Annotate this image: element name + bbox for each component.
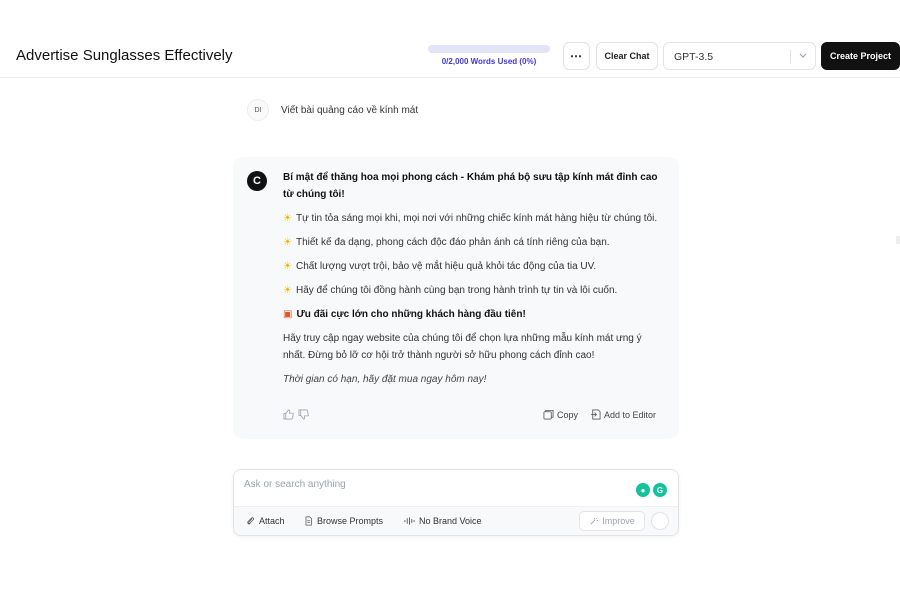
add-to-editor-icon	[590, 409, 601, 420]
closing-line: Thời gian có hạn, hãy đặt mua ngay hôm n…	[283, 374, 487, 385]
add-to-editor-label: Add to Editor	[604, 409, 657, 420]
improve-label: Improve	[602, 516, 635, 526]
model-select[interactable]: GPT-3.5	[663, 42, 816, 70]
document-icon	[305, 516, 312, 526]
add-to-editor-button[interactable]: Add to Editor	[590, 409, 656, 420]
sun-icon: ☀	[283, 237, 292, 248]
call-to-action: Hãy truy cập ngay website của chúng tôi …	[283, 333, 642, 361]
create-project-button[interactable]: Create Project	[821, 42, 900, 70]
brand-voice-label: No Brand Voice	[419, 516, 482, 526]
feedback-buttons	[283, 409, 309, 420]
attach-label: Attach	[259, 516, 285, 526]
copy-button[interactable]: Copy	[543, 409, 578, 420]
app-window: Advertise Sunglasses Effectively 0/2,000…	[0, 36, 900, 540]
attach-button[interactable]: Attach	[246, 516, 285, 526]
top-bar: Advertise Sunglasses Effectively 0/2,000…	[0, 36, 900, 78]
gift-icon: ▣	[283, 309, 293, 320]
clear-chat-button[interactable]: Clear Chat	[596, 42, 658, 70]
message-actions: Copy Add to Editor	[283, 409, 663, 425]
composer-toolbar: Attach Browse Prompts No Brand Voice Imp…	[234, 506, 678, 535]
more-options-button[interactable]: ⋯	[563, 42, 590, 70]
bullet-item: ☀ Hãy để chúng tôi đồng hành cùng bạn tro…	[283, 285, 618, 296]
grammarly-widget[interactable]: ● G	[636, 483, 667, 497]
page-title: Advertise Sunglasses Effectively	[16, 47, 233, 64]
thumbs-down-icon[interactable]	[298, 409, 309, 420]
model-select-value: GPT-3.5	[674, 51, 714, 63]
magic-wand-icon	[590, 517, 599, 524]
lightbulb-icon[interactable]: ●	[636, 483, 650, 497]
user-avatar: DI	[247, 99, 269, 121]
offer-line: ▣ Ưu đãi cực lớn cho những khách hàng đầu…	[283, 309, 526, 320]
improve-button[interactable]: Improve	[579, 511, 645, 531]
bullet-item: ☀ Thiết kế đa dạng, phong cách độc đáo ph…	[283, 237, 610, 248]
browse-prompts-button[interactable]: Browse Prompts	[304, 516, 383, 526]
usage-track	[428, 45, 550, 53]
copy-label: Copy	[557, 409, 579, 420]
assistant-avatar: C	[247, 171, 267, 191]
usage-text: 0/2,000 Words Used (0%)	[441, 57, 537, 66]
chat-input[interactable]	[244, 476, 624, 492]
assistant-message: C Bí mật để thăng hoa mọi phong cách - K…	[233, 157, 679, 439]
sun-icon: ☀	[283, 261, 292, 272]
thumbs-up-icon[interactable]	[283, 409, 294, 420]
user-message-text: Viết bài quảng cáo về kính mát	[281, 104, 419, 116]
select-divider	[790, 50, 791, 64]
word-usage-meter: 0/2,000 Words Used (0%)	[428, 45, 550, 66]
bullet-item: ☀ Tự tin tỏa sáng mọi khi, mọi nơi với nh…	[283, 213, 658, 224]
paperclip-icon	[247, 517, 254, 525]
sun-icon: ☀	[283, 285, 292, 296]
scrollbar-thumb[interactable]	[896, 236, 900, 244]
user-message: DI Viết bài quảng cáo về kính mát	[247, 99, 418, 121]
more-horizontal-icon: ⋯	[570, 49, 583, 63]
grammarly-icon[interactable]: G	[653, 483, 667, 497]
bullet-item: ☀ Chất lượng vượt trội, bảo vệ mắt hiệu q…	[283, 261, 597, 272]
copy-icon	[543, 409, 554, 420]
send-button[interactable]	[651, 512, 669, 530]
assistant-message-body: Bí mật để thăng hoa mọi phong cách - Khá…	[283, 169, 663, 395]
voice-waveform-icon	[404, 517, 415, 525]
browse-prompts-label: Browse Prompts	[317, 516, 384, 526]
brand-voice-button[interactable]: No Brand Voice	[404, 516, 482, 526]
message-headline: Bí mật để thăng hoa mọi phong cách - Khá…	[283, 172, 658, 200]
sun-icon: ☀	[283, 213, 292, 224]
chevron-down-icon	[799, 53, 807, 58]
chat-composer: ● G Attach Browse Prompts	[233, 469, 679, 536]
